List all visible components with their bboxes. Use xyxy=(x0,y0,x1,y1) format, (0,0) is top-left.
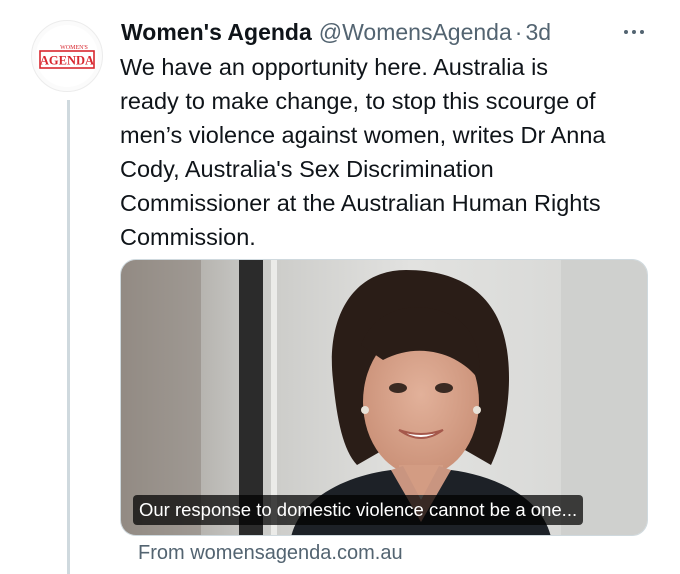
tweet-text-line: Cody, Australia's Sex Discrimination xyxy=(120,156,494,182)
tweet-text-line: Commissioner at the Australian Human Rig… xyxy=(120,190,601,216)
tweet-text-line: men’s violence against women, writes Dr … xyxy=(120,122,606,148)
womens-agenda-logo-icon: WOMEN'S AGENDA xyxy=(36,25,98,87)
author-name[interactable]: Women's Agenda xyxy=(121,19,312,46)
tweet-text-line: Commission. xyxy=(120,224,256,250)
tweet-header: Women's Agenda @WomensAgenda · 3d xyxy=(121,14,551,50)
tweet-text-line: We have an opportunity here. Australia i… xyxy=(120,54,549,80)
more-dots-icon[interactable] xyxy=(616,22,652,42)
author-handle[interactable]: @WomensAgenda xyxy=(319,19,512,46)
tweet-timestamp[interactable]: 3d xyxy=(525,19,551,46)
link-card-image[interactable]: Our response to domestic violence cannot… xyxy=(120,259,648,536)
card-caption: Our response to domestic violence cannot… xyxy=(133,495,584,525)
tweet-text-line: ready to make change, to stop this scour… xyxy=(120,88,596,114)
tweet: WOMEN'S AGENDA Women's Agenda @WomensAge… xyxy=(0,0,680,574)
logo-top-text: WOMEN'S xyxy=(60,45,88,51)
card-source[interactable]: From womensagenda.com.au xyxy=(138,540,403,566)
tweet-text: We have an opportunity here. Australia i… xyxy=(120,50,660,254)
logo-text: AGENDA xyxy=(40,54,94,68)
separator-dot: · xyxy=(514,18,523,45)
avatar[interactable]: WOMEN'S AGENDA xyxy=(31,20,103,92)
thread-line xyxy=(67,100,70,574)
